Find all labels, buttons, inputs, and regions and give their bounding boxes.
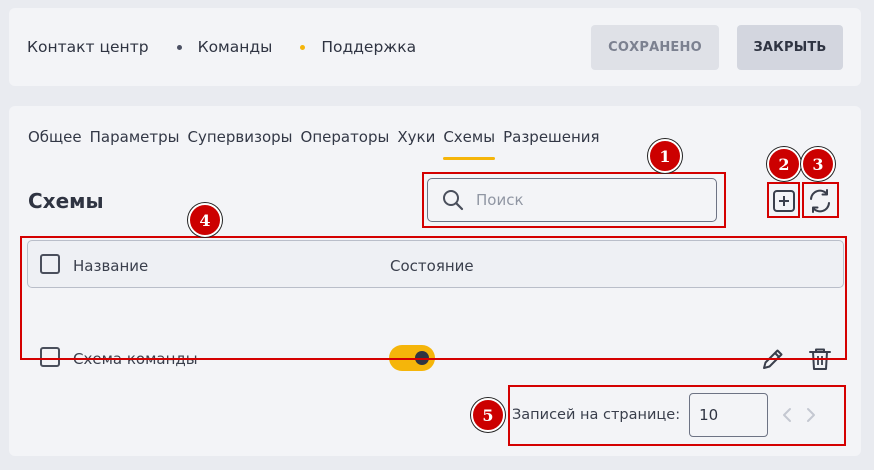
breadcrumb-separator-dot (176, 44, 182, 50)
tab-operators[interactable]: Операторы (301, 128, 390, 146)
table-row: Схема команды (27, 288, 844, 371)
tab-schemas[interactable]: Схемы (443, 128, 495, 160)
breadcrumb-support: Поддержка (321, 38, 417, 56)
schemas-table: Название Состояние Схема команды (27, 240, 844, 371)
breadcrumb-contact-center[interactable]: Контакт центр (27, 38, 149, 56)
chevron-right-icon[interactable] (806, 407, 816, 423)
tab-parameters[interactable]: Параметры (90, 128, 180, 146)
pagination: Записей на странице: (512, 393, 816, 437)
annotation-badge: 5 (471, 398, 505, 432)
annotation-badge: 3 (801, 147, 835, 181)
toggle-knob (415, 351, 429, 365)
close-button[interactable]: ЗАКРЫТЬ (737, 25, 843, 70)
rows-per-page-input[interactable] (689, 393, 769, 437)
state-toggle[interactable] (389, 345, 435, 371)
tab-supervisors[interactable]: Супервизоры (188, 128, 293, 146)
delete-button[interactable] (807, 346, 833, 376)
add-schema-button[interactable] (771, 188, 797, 214)
search-box[interactable] (427, 178, 717, 222)
chevron-left-icon[interactable] (782, 407, 792, 423)
header-panel: Контакт центр Команды Поддержка СОХРАНЕН… (9, 8, 861, 86)
column-header-state[interactable]: Состояние (390, 257, 474, 275)
tab-permissions[interactable]: Разрешения (503, 128, 600, 146)
column-header-name[interactable]: Название (73, 257, 148, 275)
rows-per-page-label: Записей на странице: (512, 407, 681, 423)
tab-hooks[interactable]: Хуки (397, 128, 435, 146)
refresh-button[interactable] (807, 188, 833, 214)
select-all-checkbox[interactable] (40, 254, 60, 274)
breadcrumb-teams[interactable]: Команды (198, 38, 273, 56)
row-name: Схема команды (73, 350, 198, 368)
search-input[interactable] (476, 191, 696, 209)
tab-general[interactable]: Общее (28, 128, 82, 146)
pencil-icon (763, 349, 783, 369)
search-icon (443, 190, 464, 211)
breadcrumb-separator-dot (300, 44, 306, 50)
edit-button[interactable] (760, 346, 786, 376)
trash-icon (809, 348, 831, 370)
page-title: Схемы (28, 189, 104, 213)
table-header: Название Состояние (27, 240, 844, 288)
main-panel: Общее Параметры Супервизоры Операторы Ху… (9, 106, 861, 456)
annotation-badge: 2 (767, 147, 801, 181)
plus-square-icon (773, 190, 795, 212)
tab-bar: Общее Параметры Супервизоры Операторы Ху… (28, 128, 608, 160)
breadcrumb: Контакт центр Команды Поддержка (27, 38, 416, 56)
annotation-badge: 1 (648, 139, 682, 173)
refresh-icon (810, 189, 830, 213)
row-checkbox[interactable] (40, 347, 60, 367)
saved-button[interactable]: СОХРАНЕНО (591, 25, 719, 70)
annotation-badge: 4 (188, 203, 222, 237)
